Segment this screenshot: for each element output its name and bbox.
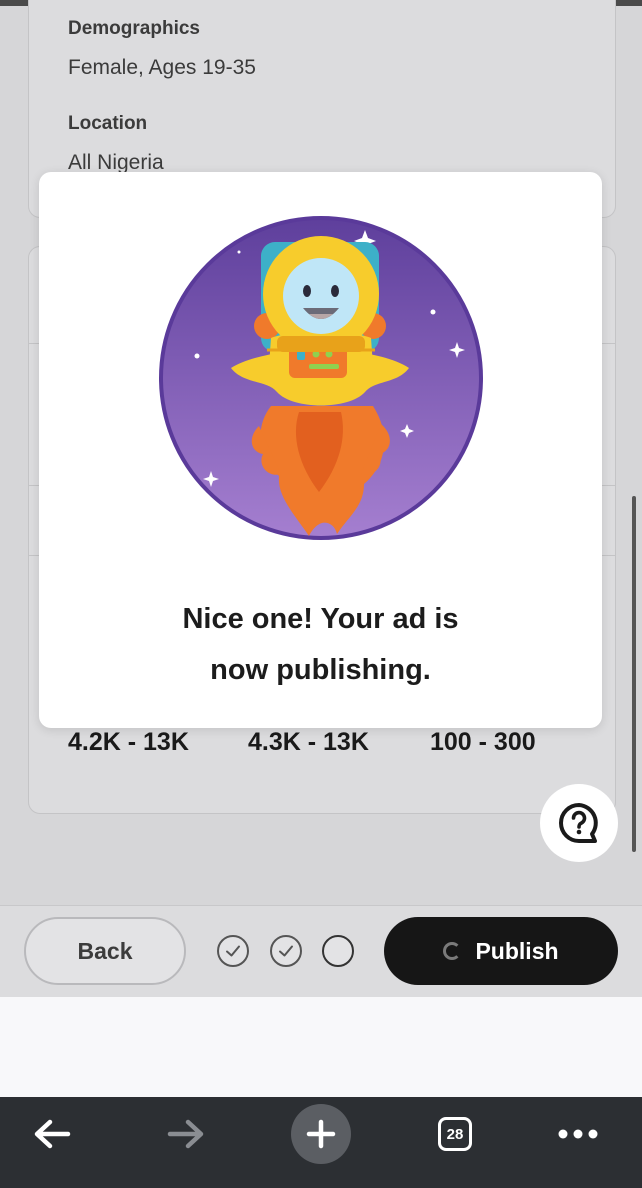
tab-count-badge: 28: [438, 1117, 472, 1151]
browser-menu-button[interactable]: [556, 1112, 600, 1156]
publish-button[interactable]: Publish: [384, 917, 618, 985]
back-button[interactable]: Back: [24, 917, 186, 985]
astronaut-rocket-illustration: [159, 216, 483, 540]
modal-message-line-1: Nice one! Your ad is: [182, 603, 459, 635]
arrow-right-icon: [167, 1119, 204, 1149]
help-button[interactable]: [540, 784, 618, 862]
arrow-left-icon: [34, 1119, 71, 1149]
scrollbar[interactable]: [632, 496, 636, 852]
page-footer-area: [0, 997, 642, 1097]
checkmark-icon: [226, 945, 240, 957]
browser-forward-button[interactable]: [164, 1112, 208, 1156]
location-label: Location: [68, 113, 148, 134]
demographics-value: Female, Ages 19-35: [68, 56, 256, 79]
metric-value-3: 100 - 300: [430, 728, 536, 756]
checkmark-icon: [279, 945, 293, 957]
publishing-modal: Nice one! Your ad is now publishing.: [39, 172, 602, 728]
loading-spinner-icon: [443, 942, 462, 960]
metric-value-2: 4.3K - 13K: [248, 728, 369, 756]
step-indicator-2: [270, 935, 302, 967]
step-indicator-1: [217, 935, 249, 967]
metric-value-1: 4.2K - 13K: [68, 728, 189, 756]
publish-label: Publish: [475, 937, 559, 964]
demographics-label: Demographics: [68, 18, 200, 39]
modal-message: Nice one! Your ad is now publishing.: [39, 594, 602, 696]
tabs-button[interactable]: 28: [438, 1112, 472, 1156]
new-tab-button[interactable]: [291, 1104, 351, 1164]
help-chat-icon: [559, 803, 598, 843]
step-indicator-3: [322, 935, 354, 967]
more-dots-icon: [558, 1129, 598, 1139]
plus-icon: [291, 1104, 351, 1164]
browser-back-button[interactable]: [30, 1112, 74, 1156]
modal-message-line-2: now publishing.: [210, 654, 431, 686]
